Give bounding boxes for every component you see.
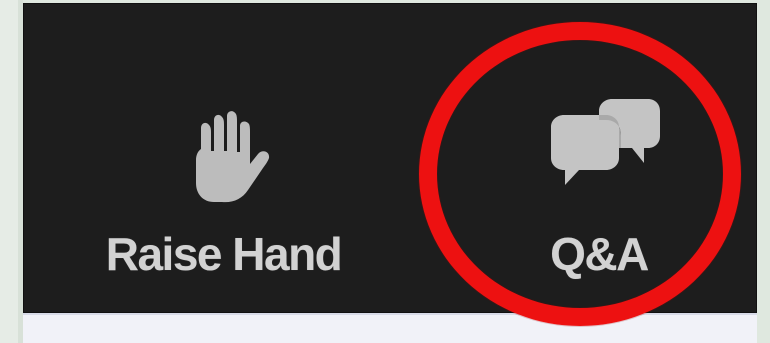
lower-strip: [23, 313, 757, 343]
qa-button[interactable]: Q&A: [499, 97, 699, 307]
qa-label: Q&A: [550, 228, 649, 280]
raise-hand-icon: [196, 111, 270, 203]
raise-hand-label: Raise Hand: [105, 228, 343, 280]
screenshot-stage: Raise Hand Q&A: [0, 0, 770, 343]
raise-hand-button[interactable]: Raise Hand: [81, 97, 366, 307]
meeting-toolbar: Raise Hand Q&A: [23, 3, 757, 313]
qa-chat-icon: [551, 99, 660, 185]
